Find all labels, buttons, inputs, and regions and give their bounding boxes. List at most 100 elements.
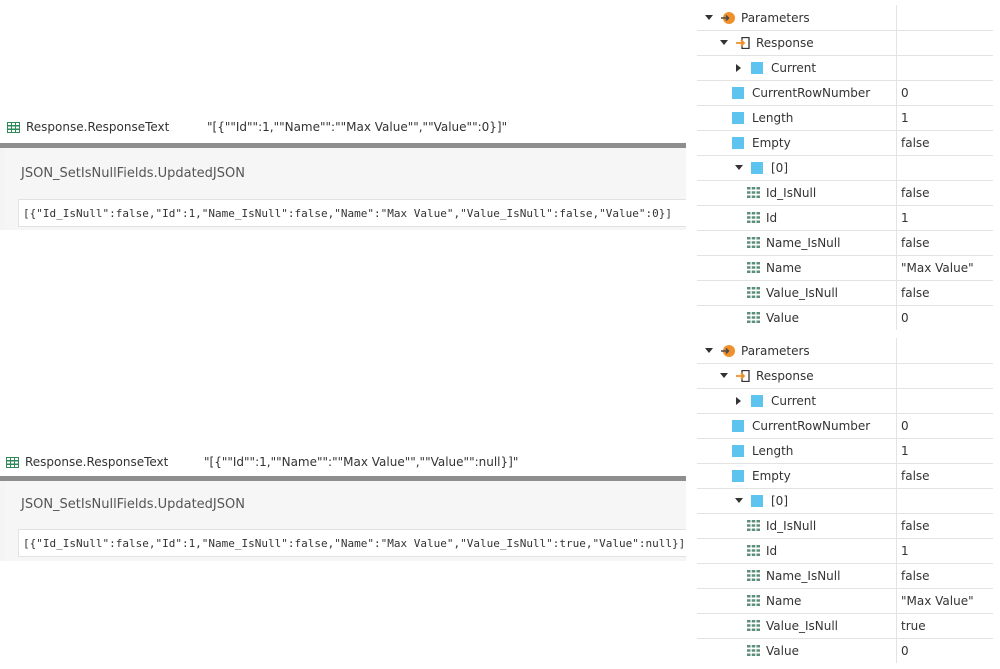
tree-value: "Max Value" (901, 593, 974, 608)
tree-value: false (901, 568, 930, 583)
variable-label: Response.ResponseText (26, 120, 170, 134)
tree-label: Id (766, 543, 778, 558)
chevron-down-icon[interactable] (705, 15, 713, 20)
tree-row-id-isnull[interactable]: Id_IsNull false (697, 180, 993, 206)
tree-row-length[interactable]: Length 1 (697, 438, 993, 464)
field-icon (747, 212, 760, 223)
tree-value: true (901, 618, 926, 633)
debug-tree-1: Parameters Response Current CurrentRowNu… (697, 5, 993, 330)
tree-row-empty[interactable]: Empty false (697, 130, 993, 156)
chevron-right-icon[interactable] (736, 63, 741, 72)
tree-value: 0 (901, 85, 909, 100)
variable-row-top[interactable]: Response.ResponseText "[{""Id"":1,""Name… (7, 117, 687, 137)
chevron-down-icon[interactable] (705, 348, 713, 353)
tree-value: false (901, 285, 930, 300)
attribute-icon (732, 111, 744, 124)
json-output: [{"Id_IsNull":false,"Id":1,"Name_IsNull"… (18, 199, 686, 227)
attribute-icon (732, 444, 744, 457)
tree-row-id-isnull[interactable]: Id_IsNull false (697, 513, 993, 539)
attribute-icon (751, 494, 763, 507)
tree-label: Parameters (741, 10, 810, 25)
tree-row-parameters[interactable]: Parameters (697, 338, 993, 364)
debug-tree-2: Parameters Response Current CurrentRowNu… (697, 338, 993, 663)
tree-label: Current (771, 60, 817, 75)
tree-label: [0] (771, 493, 788, 508)
tree-row-name-isnull[interactable]: Name_IsNull false (697, 563, 993, 589)
field-icon (747, 287, 760, 298)
parameters-icon (721, 344, 735, 357)
variable-row-bottom[interactable]: Response.ResponseText "[{""Id"":1,""Name… (6, 452, 686, 472)
tree-label: Value (766, 310, 799, 325)
tree-label: Current (771, 393, 817, 408)
tree-row-value-isnull[interactable]: Value_IsNull true (697, 613, 993, 639)
tree-row-name[interactable]: Name "Max Value" (697, 588, 993, 614)
tree-value: false (901, 135, 930, 150)
tree-label: [0] (771, 160, 788, 175)
tree-label: Empty (752, 135, 791, 150)
tree-label: Value_IsNull (766, 618, 838, 633)
tree-row-value-isnull[interactable]: Value_IsNull false (697, 280, 993, 306)
tree-row-current-row-number[interactable]: CurrentRowNumber 0 (697, 80, 993, 106)
tree-value: false (901, 468, 930, 483)
tree-row-length[interactable]: Length 1 (697, 105, 993, 131)
variable-value: "[{""Id"":1,""Name"":""Max Value"",""Val… (207, 120, 508, 134)
parameters-icon (721, 11, 735, 24)
tree-label: Name (766, 260, 802, 275)
variable-label: Response.ResponseText (25, 455, 169, 469)
tree-label: Parameters (741, 343, 810, 358)
field-icon (747, 312, 760, 323)
response-icon (736, 36, 750, 49)
chevron-down-icon[interactable] (720, 40, 728, 45)
attribute-icon (751, 61, 763, 74)
tree-label: CurrentRowNumber (752, 85, 871, 100)
field-icon (747, 645, 760, 656)
tree-value: 0 (901, 418, 909, 433)
tree-label: Length (752, 110, 794, 125)
tree-value: 0 (901, 643, 909, 658)
attribute-icon (732, 136, 744, 149)
attribute-icon (751, 161, 763, 174)
tree-label: Id_IsNull (766, 185, 817, 200)
tree-row-response[interactable]: Response (697, 30, 993, 56)
tree-label: CurrentRowNumber (752, 418, 871, 433)
tree-row-current[interactable]: Current (697, 55, 993, 81)
chevron-down-icon[interactable] (735, 498, 743, 503)
tree-row-current-row-number[interactable]: CurrentRowNumber 0 (697, 413, 993, 439)
tree-row-value[interactable]: Value 0 (697, 305, 993, 330)
tree-row-response[interactable]: Response (697, 363, 993, 389)
chevron-down-icon[interactable] (735, 165, 743, 170)
tree-value: false (901, 518, 930, 533)
tree-row-index-0[interactable]: [0] (697, 155, 993, 181)
table-icon (6, 456, 19, 468)
tree-row-parameters[interactable]: Parameters (697, 5, 993, 31)
tree-label: Response (756, 35, 814, 50)
tree-row-value[interactable]: Value 0 (697, 638, 993, 663)
tree-row-name-isnull[interactable]: Name_IsNull false (697, 230, 993, 256)
chevron-down-icon[interactable] (720, 373, 728, 378)
tree-value: false (901, 185, 930, 200)
tree-value: 1 (901, 543, 909, 558)
tree-row-name[interactable]: Name "Max Value" (697, 255, 993, 281)
tree-label: Name_IsNull (766, 235, 841, 250)
tree-row-id[interactable]: Id 1 (697, 538, 993, 564)
tree-label: Value (766, 643, 799, 658)
tree-label: Length (752, 443, 794, 458)
expression-panel-top: JSON_SetIsNullFields.UpdatedJSON [{"Id_I… (0, 143, 686, 230)
tree-row-id[interactable]: Id 1 (697, 205, 993, 231)
attribute-icon (732, 469, 744, 482)
field-icon (747, 570, 760, 581)
field-icon (747, 545, 760, 556)
tree-value: 0 (901, 310, 909, 325)
tree-row-current[interactable]: Current (697, 388, 993, 414)
field-icon (747, 595, 760, 606)
tree-label: Response (756, 368, 814, 383)
field-icon (747, 620, 760, 631)
tree-label: Value_IsNull (766, 285, 838, 300)
chevron-right-icon[interactable] (736, 396, 741, 405)
tree-row-index-0[interactable]: [0] (697, 488, 993, 514)
expression-panel-bottom: JSON_SetIsNullFields.UpdatedJSON [{"Id_I… (0, 476, 686, 561)
attribute-icon (751, 394, 763, 407)
tree-row-empty[interactable]: Empty false (697, 463, 993, 489)
tree-label: Id (766, 210, 778, 225)
tree-value: 1 (901, 443, 909, 458)
